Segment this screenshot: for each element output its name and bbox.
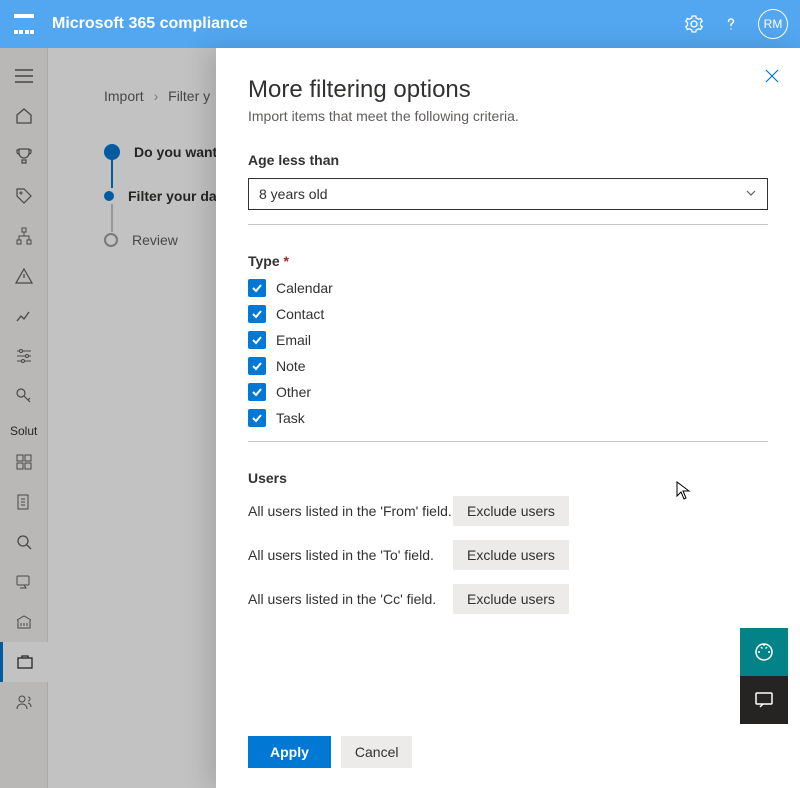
- users-label: Users: [248, 470, 768, 486]
- checkbox-other[interactable]: Other: [248, 383, 768, 401]
- filter-panel: More filtering options Import items that…: [216, 48, 800, 788]
- top-header: Microsoft 365 compliance RM: [0, 0, 800, 48]
- settings-icon[interactable]: [684, 14, 704, 34]
- close-icon[interactable]: [764, 68, 780, 87]
- user-avatar[interactable]: RM: [758, 9, 788, 39]
- app-launcher-icon[interactable]: [12, 12, 36, 36]
- floating-help: [740, 628, 788, 724]
- checkbox-icon[interactable]: [248, 279, 266, 297]
- checkbox-icon[interactable]: [248, 331, 266, 349]
- users-to-row: All users listed in the 'To' field. Excl…: [248, 540, 768, 570]
- age-label: Age less than: [248, 152, 768, 168]
- cancel-button[interactable]: Cancel: [341, 736, 413, 768]
- checkbox-email[interactable]: Email: [248, 331, 768, 349]
- checkbox-note[interactable]: Note: [248, 357, 768, 375]
- panel-title: More filtering options: [248, 76, 768, 104]
- users-from-row: All users listed in the 'From' field. Ex…: [248, 496, 768, 526]
- checkbox-icon[interactable]: [248, 305, 266, 323]
- age-select[interactable]: 8 years old: [248, 178, 768, 210]
- exclude-to-button[interactable]: Exclude users: [453, 540, 569, 570]
- checkbox-icon[interactable]: [248, 357, 266, 375]
- apply-button[interactable]: Apply: [248, 736, 331, 768]
- age-select-value: 8 years old: [259, 186, 327, 202]
- exclude-from-button[interactable]: Exclude users: [453, 496, 569, 526]
- checkbox-calendar[interactable]: Calendar: [248, 279, 768, 297]
- feedback-icon[interactable]: [740, 676, 788, 724]
- panel-footer: Apply Cancel: [216, 720, 800, 788]
- support-icon[interactable]: [740, 628, 788, 676]
- type-label: Type *: [248, 253, 768, 269]
- users-cc-row: All users listed in the 'Cc' field. Excl…: [248, 584, 768, 614]
- exclude-cc-button[interactable]: Exclude users: [453, 584, 569, 614]
- checkbox-task[interactable]: Task: [248, 409, 768, 427]
- app-title: Microsoft 365 compliance: [52, 15, 684, 33]
- checkbox-icon[interactable]: [248, 383, 266, 401]
- chevron-down-icon: [745, 186, 757, 202]
- help-icon[interactable]: [722, 15, 740, 33]
- checkbox-icon[interactable]: [248, 409, 266, 427]
- checkbox-contact[interactable]: Contact: [248, 305, 768, 323]
- panel-subtitle: Import items that meet the following cri…: [248, 108, 768, 124]
